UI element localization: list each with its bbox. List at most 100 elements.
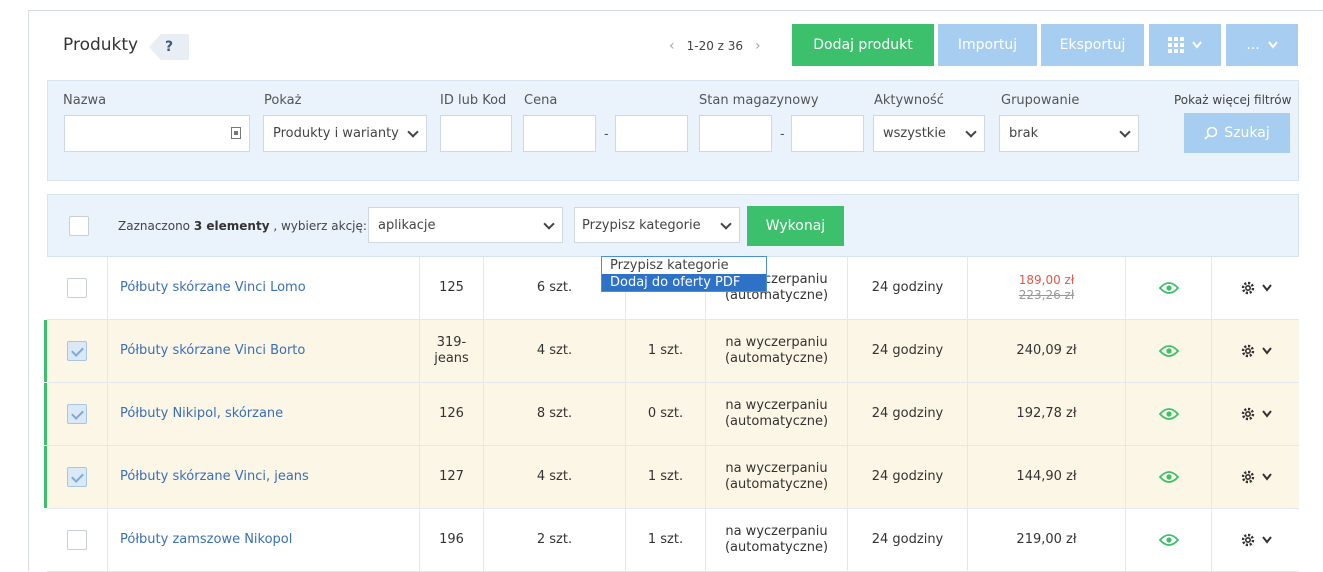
more-filters-link[interactable]: Pokaż więcej filtrów — [1174, 93, 1291, 107]
product-name-link[interactable]: Półbuty skórzane Vinci Borto — [107, 320, 419, 382]
dropdown-option[interactable]: Przypisz kategorie — [602, 257, 766, 274]
grouping-filter-label: Grupowanie — [1001, 93, 1080, 108]
show-filter-select[interactable]: Produkty i warianty — [263, 115, 427, 152]
eye-icon[interactable] — [1158, 407, 1179, 421]
gear-icon — [1241, 407, 1254, 421]
activity-filter-select[interactable]: wszystkie — [873, 115, 985, 152]
stock-min-input[interactable] — [699, 115, 772, 152]
search-button[interactable]: Szukaj — [1184, 113, 1290, 153]
price-value: 192,78 zł — [1016, 405, 1077, 421]
old-price-value: 223,26 zł — [1018, 288, 1075, 302]
selection-prefix: Zaznaczono — [118, 219, 191, 233]
product-name-link[interactable]: Półbuty Nikipol, skórzane — [107, 383, 419, 445]
more-actions-button[interactable]: ... — [1226, 24, 1298, 66]
chevron-down-icon — [1119, 126, 1131, 138]
row-checkbox[interactable] — [67, 467, 87, 487]
search-label: Szukaj — [1224, 125, 1270, 141]
eye-icon[interactable] — [1158, 344, 1179, 358]
dropdown-option-highlighted[interactable]: Dodaj do oferty PDF — [602, 274, 766, 291]
availability-status: na wyczerpaniu (automatyczne) — [705, 383, 847, 445]
add-product-button[interactable]: Dodaj produkt — [792, 24, 934, 66]
stock-qty: 2 szt. — [483, 509, 625, 571]
pagination-range: 1-20 z 36 — [686, 39, 744, 53]
view-cell — [1125, 320, 1211, 382]
price-max-input[interactable] — [615, 115, 688, 152]
settings-cell — [1211, 446, 1299, 508]
action-select[interactable]: Przypisz kategorie — [574, 207, 740, 243]
price-range-dash: - — [604, 127, 609, 142]
checkbox-cell — [47, 446, 107, 508]
availability-status: na wyczerpaniu (automatyczne) — [705, 320, 847, 382]
row-checkbox[interactable] — [67, 530, 87, 550]
chevron-down-icon — [1261, 473, 1272, 481]
gear-icon — [1241, 533, 1254, 547]
grouping-filter-select[interactable]: brak — [999, 115, 1139, 152]
checkbox-cell — [47, 509, 107, 571]
gear-icon — [1241, 344, 1254, 358]
grouping-filter-value: brak — [1009, 126, 1039, 141]
help-button[interactable]: ? — [149, 34, 189, 60]
chevron-right-icon[interactable]: › — [755, 38, 761, 54]
application-select[interactable]: aplikacje — [368, 207, 563, 243]
view-cell — [1125, 446, 1211, 508]
chevron-down-icon — [1267, 41, 1278, 49]
view-toggle-button[interactable] — [1149, 24, 1221, 66]
checkbox-cell — [47, 257, 107, 319]
reserved-qty: 0 szt. — [625, 383, 705, 445]
price-value: 240,09 zł — [1016, 342, 1077, 358]
row-checkbox[interactable] — [67, 341, 87, 361]
stock-filter-label: Stan magazynowy — [699, 93, 819, 108]
eye-icon[interactable] — [1158, 281, 1179, 295]
view-cell — [1125, 383, 1211, 445]
reserved-qty: 1 szt. — [625, 320, 705, 382]
availability-status: na wyczerpaniu (automatyczne) — [705, 446, 847, 508]
eye-icon[interactable] — [1158, 533, 1179, 547]
selection-suffix: , wybierz akcję: — [273, 219, 367, 233]
name-filter-input[interactable] — [64, 115, 250, 152]
id-filter-input[interactable] — [440, 115, 512, 152]
view-cell — [1125, 509, 1211, 571]
calendar-icon — [231, 127, 241, 139]
import-button[interactable]: Importuj — [938, 24, 1037, 66]
products-page: Produkty ? ‹ 1-20 z 36 › Dodaj produkt I… — [28, 10, 1323, 572]
chevron-left-icon[interactable]: ‹ — [669, 38, 675, 54]
name-filter-label: Nazwa — [63, 93, 107, 108]
execute-button[interactable]: Wykonaj — [747, 206, 844, 246]
stock-max-input[interactable] — [791, 115, 864, 152]
delivery-time: 24 godziny — [847, 257, 967, 319]
chevron-down-icon — [407, 126, 419, 138]
product-name-link[interactable]: Półbuty skórzane Vinci, jeans — [107, 446, 419, 508]
row-settings-button[interactable] — [1240, 469, 1272, 485]
reserved-qty: 1 szt. — [625, 509, 705, 571]
settings-cell — [1211, 257, 1299, 319]
action-select-value: Przypisz kategorie — [582, 217, 701, 233]
delivery-time: 24 godziny — [847, 320, 967, 382]
eye-icon[interactable] — [1158, 470, 1179, 484]
price-cell: 144,90 zł — [967, 446, 1125, 508]
settings-cell — [1211, 383, 1299, 445]
select-all-checkbox[interactable] — [69, 216, 89, 236]
chevron-down-icon — [720, 218, 732, 230]
product-id: 127 — [419, 446, 483, 508]
product-name-link[interactable]: Półbuty zamszowe Nikopol — [107, 509, 419, 571]
row-checkbox[interactable] — [67, 404, 87, 424]
price-min-input[interactable] — [523, 115, 596, 152]
pagination: ‹ 1-20 z 36 › — [669, 38, 761, 54]
price-value: 144,90 zł — [1016, 468, 1077, 484]
checkbox-cell — [47, 383, 107, 445]
filters-panel: Nazwa Pokaż Produkty i warianty ID lub K… — [47, 80, 1299, 181]
chevron-down-icon — [1261, 410, 1272, 418]
row-settings-button[interactable] — [1240, 532, 1272, 548]
row-checkbox[interactable] — [67, 278, 87, 298]
export-button[interactable]: Eksportuj — [1041, 24, 1144, 66]
availability-status: na wyczerpaniu (automatyczne) — [705, 509, 847, 571]
page-header: Produkty ? ‹ 1-20 z 36 › Dodaj produkt I… — [29, 11, 1323, 81]
row-settings-button[interactable] — [1240, 343, 1272, 359]
row-settings-button[interactable] — [1240, 280, 1272, 296]
product-name-link[interactable]: Półbuty skórzane Vinci Lomo — [107, 257, 419, 319]
chevron-down-icon — [1261, 284, 1272, 292]
row-settings-button[interactable] — [1240, 406, 1272, 422]
table-row: Półbuty zamszowe Nikopol 196 2 szt. 1 szt. n… — [47, 509, 1299, 572]
show-filter-label: Pokaż — [264, 93, 302, 108]
more-label: ... — [1246, 37, 1260, 53]
